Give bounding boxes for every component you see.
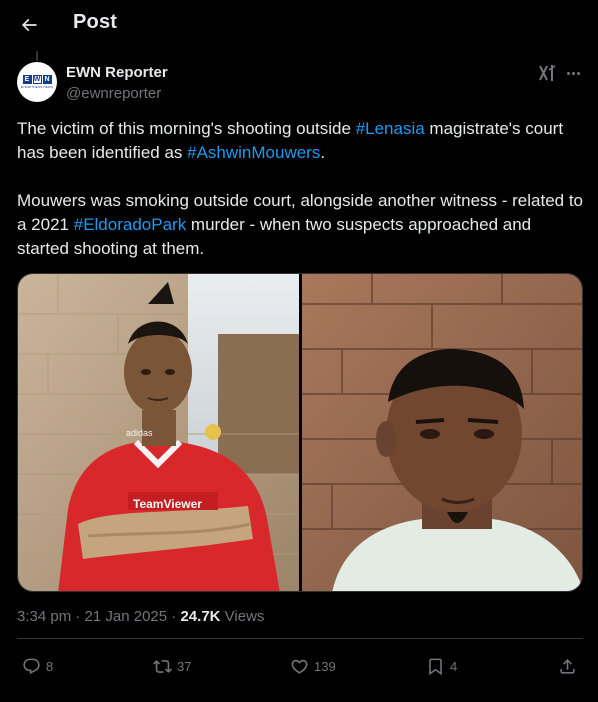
share-button[interactable] <box>558 657 577 676</box>
thread-connector-line <box>36 51 38 61</box>
post-paragraph-2: Mouwers was smoking outside court, along… <box>17 191 584 258</box>
share-icon <box>560 659 575 674</box>
repost-button[interactable]: 37 <box>153 657 191 676</box>
bookmark-icon <box>429 658 442 676</box>
photo-left[interactable]: adidas TeamViewer <box>18 274 299 591</box>
avatar-subtext: EYEWITNESS NEWS <box>20 85 54 89</box>
reply-icon <box>23 658 40 675</box>
repost-icon <box>153 660 172 673</box>
heart-icon <box>291 659 308 674</box>
more-options-button[interactable] <box>562 64 584 82</box>
back-button[interactable] <box>14 10 44 40</box>
views-count: 24.7K <box>180 608 221 625</box>
hashtag-eldoradopark[interactable]: #EldoradoPark <box>74 215 186 234</box>
photo-right[interactable] <box>302 274 582 591</box>
action-bar: 8 37 139 4 <box>0 650 598 686</box>
bookmark-count: 4 <box>450 659 458 674</box>
views-label: Views <box>220 608 265 625</box>
reply-count: 8 <box>46 659 54 674</box>
post-date[interactable]: 21 Jan 2025 <box>85 608 168 625</box>
hashtag-ashwinmouwers[interactable]: #AshwinMouwers <box>187 143 320 162</box>
hashtag-lenasia[interactable]: #Lenasia <box>356 119 425 138</box>
arrow-left-icon <box>21 18 37 32</box>
grok-icon[interactable] <box>538 64 558 82</box>
more-dot-icon <box>566 71 570 75</box>
author-avatar[interactable]: E W N EYEWITNESS NEWS <box>17 62 57 102</box>
top-bar: Post <box>0 0 598 50</box>
media-grid: adidas TeamViewer <box>17 273 583 592</box>
divider <box>17 638 583 639</box>
post-paragraph-1: The victim of this morning's shooting ou… <box>17 119 564 162</box>
svg-text:adidas: adidas <box>126 428 153 438</box>
repost-count: 37 <box>177 659 192 674</box>
like-button[interactable]: 139 <box>290 657 336 676</box>
post-body: The victim of this morning's shooting ou… <box>17 117 587 261</box>
ewn-logo: E W N <box>22 75 52 84</box>
svg-text:TeamViewer: TeamViewer <box>133 497 202 511</box>
author-name[interactable]: EWN Reporter <box>66 64 168 81</box>
page-title: Post <box>73 11 118 33</box>
author-handle[interactable]: @ewnreporter <box>66 85 161 102</box>
post-meta: 3:34 pm · 21 Jan 2025 · 24.7K Views <box>17 608 265 625</box>
like-count: 139 <box>314 659 336 674</box>
post-time[interactable]: 3:34 pm <box>17 608 71 625</box>
reply-button[interactable]: 8 <box>22 657 53 676</box>
bookmark-button[interactable]: 4 <box>426 657 457 676</box>
